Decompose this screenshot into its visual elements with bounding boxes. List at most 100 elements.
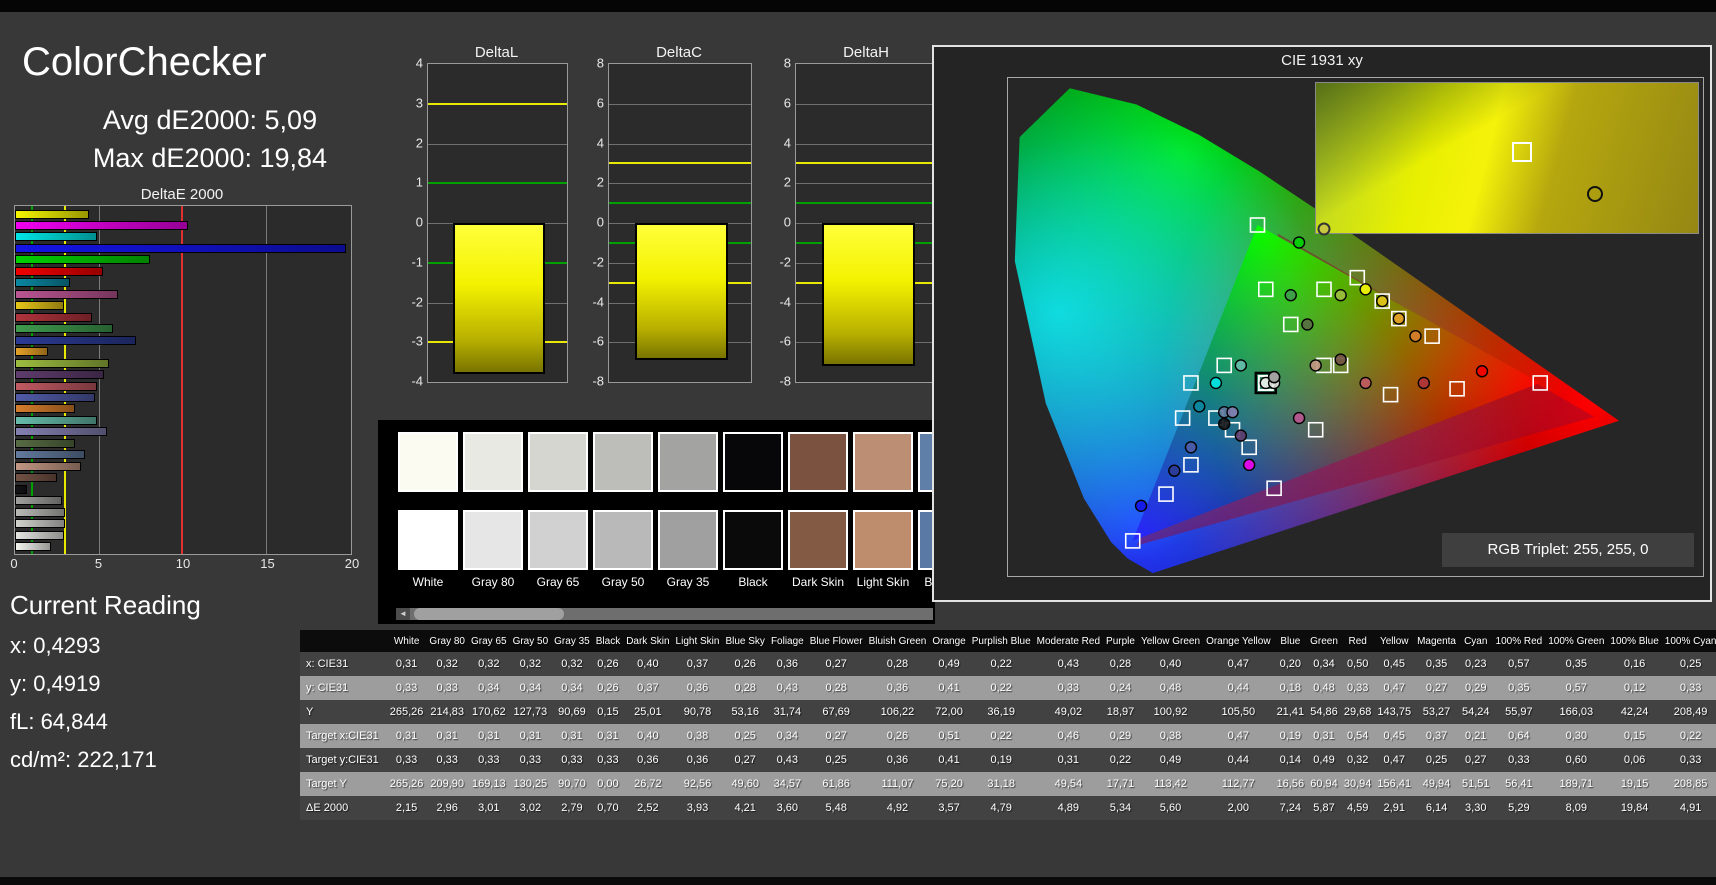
table-cell: 130,25 — [513, 778, 548, 790]
cie-measured-marker — [1359, 376, 1372, 390]
current-reading-title: Current Reading — [10, 590, 201, 620]
table-cell: 0,19 — [990, 754, 1012, 766]
cie-measured-marker — [1234, 359, 1248, 372]
table-cell: 166,03 — [1559, 706, 1594, 718]
table-cell: 0,60 — [1565, 754, 1588, 766]
delta-y-tick-label: 0 — [783, 214, 791, 230]
table-cell: 156,41 — [1377, 778, 1412, 790]
table-cell: 127,73 — [513, 706, 548, 718]
swatch-actual-gray-50 — [593, 432, 653, 492]
table-cell: 0,31 — [436, 730, 458, 742]
table-cell: 0,33 — [436, 682, 458, 694]
table-cell: 0,33 — [395, 754, 418, 766]
table-cell: 0,34 — [519, 682, 542, 694]
delta-y-tick-label: -3 — [411, 333, 423, 349]
table-cell: 0,70 — [597, 802, 619, 814]
table-cell: 3,01 — [478, 802, 500, 814]
table-row: x: CIE31 0,31 0,32 0,32 0,32 0,32 0,26 0,40 0,37… — [300, 652, 1716, 676]
delta-y-tick-label: 2 — [415, 135, 423, 150]
table-column-header: 100% Blue — [1610, 635, 1659, 647]
table-cell: 0,38 — [1159, 730, 1182, 742]
table-cell: 2,52 — [637, 802, 659, 814]
table-cell: 0,33 — [395, 682, 418, 694]
cie-zoom-inset — [1315, 82, 1699, 235]
delta-y-tick-label: 1 — [415, 174, 423, 190]
delta-y-tick-label: 2 — [596, 174, 604, 190]
table-cell: 0,41 — [938, 754, 960, 766]
table-cell: 0,31 — [519, 730, 542, 742]
table-cell: 111,07 — [881, 778, 914, 790]
deltae-bar — [15, 324, 114, 334]
delta-chart-title: DeltaL — [474, 44, 519, 61]
table-column-header: Magenta — [1417, 635, 1456, 647]
table-row: Y 265,26 214,83 170,62 127,73 90,69 0,15 25,01 9… — [300, 700, 1716, 724]
inset-measured-marker — [1586, 186, 1603, 202]
table-cell: 0,54 — [1346, 730, 1369, 742]
table-cell: 25,01 — [634, 706, 662, 718]
table-cell: 170,62 — [471, 706, 506, 718]
current-reading-line: x: 0,4293 — [10, 633, 101, 658]
deltae-bar — [15, 519, 66, 529]
delta-threshold-line — [428, 182, 567, 185]
table-cell: 2,96 — [436, 802, 458, 814]
table-cell: 26,72 — [634, 778, 662, 790]
table-cell: 0,22 — [990, 730, 1012, 742]
table-cell: 0,25 — [825, 754, 847, 766]
delta-y-tick-label: 6 — [783, 95, 791, 111]
deltae-bar — [15, 335, 136, 345]
table-cell: 29,68 — [1343, 706, 1372, 718]
table-column-header: Gray 65 — [471, 635, 507, 647]
scroll-left-button[interactable]: ◄ — [396, 608, 410, 620]
deltae-bar — [15, 243, 347, 253]
table-cell: 0,22 — [1109, 754, 1132, 766]
table-cell: 4,92 — [886, 802, 909, 814]
table-cell: 0,47 — [1383, 754, 1405, 766]
cie-measured-marker — [1242, 458, 1256, 472]
scrollbar-thumb[interactable] — [414, 608, 564, 620]
delta-value-bar — [453, 223, 545, 375]
table-cell: 0,47 — [1383, 682, 1405, 694]
table-cell: 0,33 — [561, 754, 583, 766]
deltae-threshold-red — [181, 206, 183, 554]
deltae2000-chart-title: DeltaE 2000 — [140, 186, 224, 203]
cie-measured-marker — [1409, 329, 1422, 343]
table-cell: 49,60 — [731, 778, 759, 790]
swatch-label: Gray 65 — [536, 575, 580, 589]
delta-y-tick-label: 0 — [415, 214, 423, 230]
table-cell: 0,31 — [597, 730, 619, 742]
cie-measured-marker — [1184, 441, 1198, 454]
table-cell: 0,36 — [776, 658, 799, 670]
table-cell: 0,44 — [1227, 754, 1250, 766]
table-cell: 0,33 — [1057, 682, 1080, 694]
table-cell: 0,35 — [1508, 682, 1530, 694]
table-cell: 0,24 — [1109, 682, 1132, 694]
delta-gridline — [796, 103, 938, 105]
table-cell: 0,28 — [886, 658, 909, 670]
swatch-scrollbar[interactable]: ◄ — [396, 608, 933, 620]
table-cell: 112,77 — [1221, 778, 1255, 790]
table-cell: 19,84 — [1620, 802, 1649, 814]
cie-measured-marker — [1193, 400, 1206, 413]
deltae2000-bar-chart — [14, 205, 352, 555]
table-cell: 0,37 — [1425, 730, 1448, 742]
swatch-label: Gray 80 — [471, 575, 515, 589]
table-cell: 0,26 — [597, 658, 619, 670]
table-cell: 0,31 — [395, 730, 418, 742]
table-cell: 0,16 — [1623, 658, 1646, 670]
inset-corner-marker — [1317, 222, 1331, 235]
table-cell: 169,13 — [471, 778, 506, 790]
swatch-actual-light-skin — [853, 432, 913, 492]
cie-measured-marker — [1475, 365, 1489, 378]
deltae-bar — [15, 232, 97, 242]
deltae-bar — [15, 289, 118, 299]
max-de2000-readout: Max dE2000: 19,84 — [92, 143, 328, 173]
table-cell: 0,29 — [1109, 730, 1132, 742]
delta-chart-plot-deltah — [795, 63, 939, 383]
cie-1931-panel: CIE 1931 xy 0,80,70,60,50,40,30,20,10 00… — [932, 45, 1712, 602]
table-cell: 2,79 — [561, 802, 583, 814]
deltae-bar — [15, 312, 92, 322]
swatch-actual-black — [723, 432, 783, 492]
table-cell: 265,26 — [389, 706, 424, 718]
table-column-header: Purplish Blue — [971, 635, 1031, 647]
delta-y-tick-label: 3 — [415, 95, 423, 111]
